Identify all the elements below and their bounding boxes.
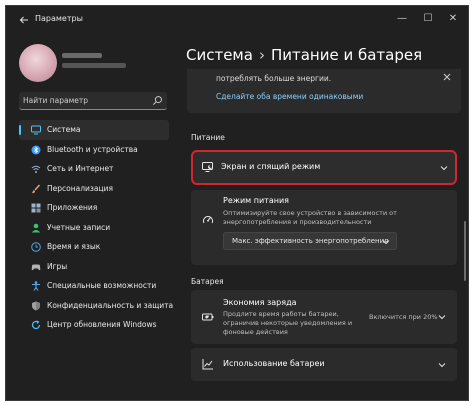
avatar[interactable] [19,44,57,82]
battery-saver-row[interactable]: Экономия заряда Продлите время работы ба… [191,290,457,344]
accessibility-icon [32,281,40,291]
row-label: Использование батареи [223,359,325,368]
sidebar-item-time-language[interactable]: Время и язык [19,237,169,257]
sidebar-item-label: Время и язык [47,242,101,251]
title-bar: Параметры — ☐ ✕ [6,6,468,34]
sidebar-item-label: Персонализация [47,183,113,193]
chevron-down-icon [438,363,446,368]
battery-saver-description: Продлите время работы батареи, ограничив… [223,310,353,336]
power-mode-icon [203,216,213,224]
dismiss-button[interactable] [443,73,451,84]
user-icon [31,223,41,232]
sleep-warning-card: потреблять больше энергии. Сделайте оба … [187,69,461,113]
battery-saver-status: Включится при 20% [369,313,438,321]
sidebar-item-accounts[interactable]: Учетные записи [19,218,169,238]
bluetooth-icon [31,145,41,154]
monitor-icon [31,125,41,135]
sidebar-item-label: Центр обновления Windows [47,320,157,329]
globe-clock-icon [31,242,41,252]
update-icon [31,320,41,330]
breadcrumb-parent[interactable]: Система [186,46,253,64]
sidebar-item-apps[interactable]: Приложения [19,198,169,218]
power-mode-description: Оптимизируйте свое устройство в зависимо… [223,209,397,226]
settings-window: Параметры — ☐ ✕ Система Blue [5,5,469,401]
profile-name-blurred [62,53,102,58]
sidebar-item-system[interactable]: Система [19,120,169,140]
sidebar-item-label: Игры [47,261,68,271]
power-mode-title: Режим питания [223,196,289,205]
profile-email-blurred [62,63,126,68]
window-title: Параметры [35,14,83,23]
sidebar-item-personalization[interactable]: Персонализация [19,179,169,199]
breadcrumb: Система › Питание и батарея [186,46,422,64]
active-indicator [19,125,21,135]
search-box[interactable] [19,92,167,110]
sidebar-item-privacy[interactable]: Конфиденциальность и защита [19,296,173,316]
screen-and-sleep-row[interactable]: Экран и спящий режим [191,150,457,185]
sidebar-item-label: Специальные возможности [47,281,157,290]
battery-saver-icon [202,313,214,321]
power-mode-select[interactable]: Макс. эффективность энергопотребления [223,232,397,250]
chevron-down-icon [382,240,390,245]
sidebar-item-bluetooth[interactable]: Bluetooth и устройства [19,140,169,160]
close-button[interactable]: ✕ [445,12,461,26]
search-input[interactable] [23,94,143,107]
back-button[interactable] [16,12,32,28]
sidebar-nav: Система Bluetooth и устройства Сеть и Ин… [19,120,173,335]
power-mode-selected-value: Макс. эффективность энергопотребления [232,237,389,245]
sidebar-item-label: Bluetooth и устройства [47,144,138,154]
warning-text: потреблять больше энергии. [216,74,332,83]
scrollbar-thumb[interactable] [464,221,466,281]
close-icon [443,73,451,81]
minimize-button[interactable]: — [394,12,410,26]
apps-icon [31,203,41,213]
sidebar-item-label: Конфиденциальность и защита [47,300,174,310]
chart-icon [202,359,213,370]
battery-saver-title: Экономия заряда [223,298,297,307]
sidebar-item-windows-update[interactable]: Центр обновления Windows [19,315,169,335]
sidebar-item-gaming[interactable]: Игры [19,257,169,277]
gamepad-icon [31,264,41,270]
battery-usage-row[interactable]: Использование батареи [191,348,457,381]
sidebar-item-label: Приложения [47,203,98,212]
sidebar-item-label: Учетные записи [47,222,111,232]
chevron-down-icon [438,315,446,320]
search-icon[interactable] [152,95,163,106]
wifi-icon [31,165,41,173]
shield-icon [32,301,40,310]
maximize-button[interactable]: ☐ [420,12,436,26]
chevron-down-icon [440,166,448,171]
section-label-battery: Батарея [191,277,224,286]
power-mode-card: Режим питания Оптимизируйте свое устройс… [191,190,457,265]
sidebar-item-label: Система [47,125,81,134]
screen-sleep-icon [202,162,213,172]
arrow-left-icon [19,16,28,24]
breadcrumb-separator: › [258,46,265,64]
sidebar-item-label: Сеть и Интернет [47,164,114,173]
sidebar-item-network[interactable]: Сеть и Интернет [19,159,169,179]
sidebar-item-accessibility[interactable]: Специальные возможности [19,276,169,296]
brush-icon [32,183,41,193]
page-title: Питание и батарея [270,46,423,64]
make-times-equal-link[interactable]: Сделайте оба времени одинаковыми [216,92,363,101]
row-label: Экран и спящий режим [221,162,321,171]
section-label-power: Питание [191,133,225,142]
